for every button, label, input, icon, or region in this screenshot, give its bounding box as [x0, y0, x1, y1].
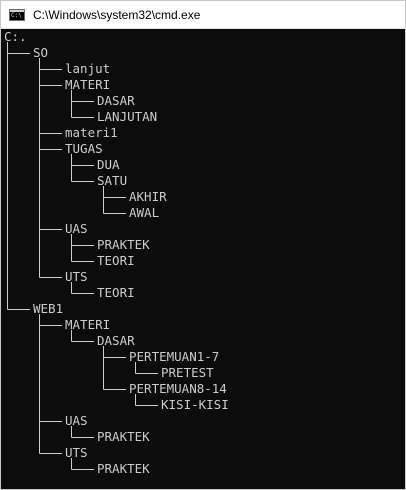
- folder-label: WEB1: [33, 301, 64, 316]
- root-path: C:.: [4, 29, 27, 44]
- tree-lines: [7, 42, 158, 470]
- icon-glyph: C:\: [11, 11, 22, 19]
- folder-label: PERTEMUAN1-7: [129, 349, 220, 364]
- folder-label: TUGAS: [65, 141, 103, 156]
- folder-label: PRAKTEK: [97, 237, 150, 252]
- folder-label: TEORI: [97, 285, 135, 300]
- folder-label: TEORI: [97, 253, 135, 268]
- folder-label: MATERI: [65, 77, 111, 92]
- folder-label: UAS: [65, 413, 88, 428]
- folder-label: DUA: [97, 157, 120, 172]
- cmd-window: C:\ C:\Windows\system32\cmd.exe C:. SO la…: [0, 0, 406, 490]
- folder-label: PRAKTEK: [97, 429, 150, 444]
- folder-label: lanjut: [65, 61, 111, 76]
- folder-label: UTS: [65, 445, 88, 460]
- cmd-console-icon: C:\: [9, 8, 25, 21]
- folder-label: PRETEST: [161, 365, 214, 380]
- folder-label: MATERI: [65, 317, 111, 332]
- console-output[interactable]: C:. SO lanjut MATERI DASAR LANJUTAN materi1 TU…: [1, 29, 405, 489]
- folder-label: DASAR: [97, 93, 135, 108]
- title-bar[interactable]: C:\ C:\Windows\system32\cmd.exe: [1, 1, 405, 29]
- folder-label: SO: [33, 45, 49, 60]
- folder-label: LANJUTAN: [97, 109, 158, 124]
- folder-label: AKHIR: [129, 189, 167, 204]
- folder-label: KISI-KISI: [161, 397, 229, 412]
- folder-label: UTS: [65, 269, 88, 284]
- window-title: C:\Windows\system32\cmd.exe: [33, 7, 201, 22]
- folder-label: AWAL: [129, 205, 160, 220]
- folder-label: UAS: [65, 221, 88, 236]
- folder-label: PERTEMUAN8-14: [129, 381, 227, 396]
- folder-label: SATU: [97, 173, 128, 188]
- folder-label: materi1: [65, 125, 118, 140]
- folder-label: DASAR: [97, 333, 135, 348]
- folder-label: PRAKTEK: [97, 461, 150, 476]
